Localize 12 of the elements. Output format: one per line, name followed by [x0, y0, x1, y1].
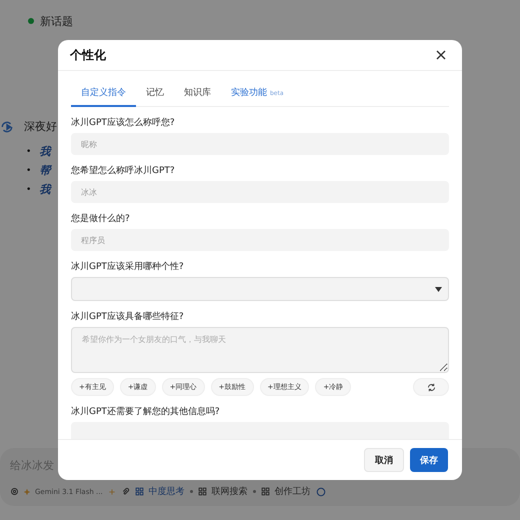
question-label: 冰川GPT应该怎么称呼您?	[71, 117, 176, 129]
greeting-text: 深夜好	[24, 119, 57, 134]
dialog-title: 个性化	[70, 46, 106, 64]
question-label: 您是做什么的?	[71, 213, 131, 225]
bullet-mark: •	[26, 184, 32, 194]
question-label: 您希望怎么称呼冰川GPT?	[71, 165, 176, 177]
bullet-mark: •	[26, 166, 32, 176]
question-label: 冰川GPT应该具备哪些特征?	[71, 311, 185, 323]
topic-title: 新话题	[40, 14, 73, 28]
question-label: 冰川GPT还需要了解您的其他信息吗?	[71, 406, 221, 418]
question-label: 冰川GPT应该采用哪种个性?	[71, 261, 185, 273]
bullet-mark: •	[26, 146, 32, 156]
